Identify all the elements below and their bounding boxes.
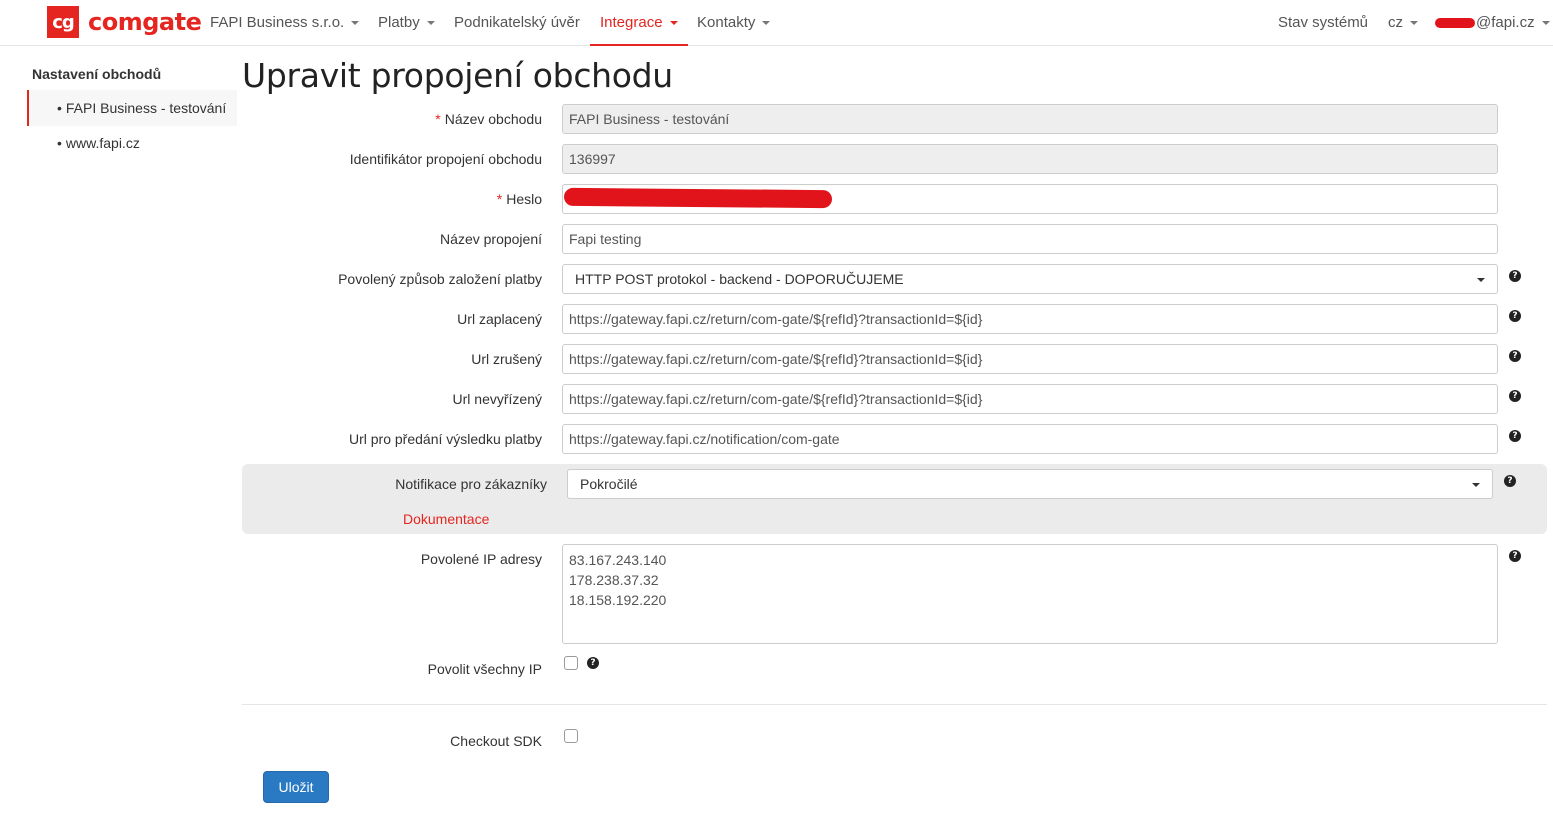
connection-id-label: Identifikátor propojení obchodu (349, 151, 542, 167)
customer-notifications-value: Pokročilé (580, 476, 638, 492)
system-status-label: Stav systémů (1278, 14, 1369, 31)
chevron-down-icon (762, 21, 771, 26)
help-icon[interactable]: ? (1509, 270, 1521, 282)
nav-uver[interactable]: Podnikatelský úvěr (454, 0, 580, 46)
shop-name-label-text: Název obchodu (444, 111, 542, 127)
connection-name-label: Název propojení (440, 231, 542, 247)
help-icon[interactable]: ? (1504, 475, 1516, 487)
chevron-down-icon (1472, 483, 1480, 487)
comgate-logo[interactable]: cg comgate (47, 6, 202, 38)
user-menu[interactable]: @fapi.cz (1435, 0, 1550, 46)
shop-name-label: * Název obchodu (232, 111, 542, 127)
sidebar-item-label: www.fapi.cz (65, 135, 140, 151)
url-result-label: Url pro předání výsledku platby (349, 431, 542, 447)
nav-company-dropdown[interactable]: FAPI Business s.r.o. (210, 0, 360, 46)
nav-kontakty-label: Kontakty (697, 14, 756, 31)
nav-kontakty[interactable]: Kontakty (697, 0, 771, 46)
help-icon[interactable]: ? (587, 657, 599, 669)
documentation-link[interactable]: Dokumentace (403, 511, 489, 527)
nav-system-status[interactable]: Stav systémů (1278, 0, 1368, 46)
customer-notifications-select[interactable]: Pokročilé (567, 469, 1493, 499)
payment-method-label: Povolený způsob založení platby (338, 271, 542, 287)
ip-line: 83.167.243.140 (569, 552, 667, 568)
url-pending-label: Url nevyřízený (452, 391, 542, 407)
checkout-sdk-checkbox[interactable] (564, 729, 578, 743)
payment-method-select[interactable]: HTTP POST protokol - backend - DOPORUČUJ… (562, 264, 1498, 294)
help-icon[interactable]: ? (1509, 310, 1521, 322)
url-cancelled-field[interactable]: https://gateway.fapi.cz/return/com-gate/… (562, 344, 1498, 374)
chevron-down-icon (1477, 278, 1485, 282)
url-result-field[interactable]: https://gateway.fapi.cz/notification/com… (562, 424, 1498, 454)
sidebar-title: Nastavení obchodů (32, 66, 162, 82)
password-label: * Heslo (232, 191, 542, 207)
allowed-ips-textarea[interactable]: 83.167.243.140 178.238.37.32 18.158.192.… (562, 544, 1498, 644)
user-email: @fapi.cz (1476, 14, 1535, 31)
url-paid-label: Url zaplacený (457, 311, 542, 327)
allow-all-ip-label: Povolit všechny IP (427, 661, 542, 677)
redaction-mark (1435, 18, 1475, 29)
required-mark: * (496, 191, 503, 207)
nav-company-label: FAPI Business s.r.o. (210, 14, 345, 31)
connection-name-field[interactable]: Fapi testing (562, 224, 1498, 254)
nav-platby-label: Platby (378, 14, 420, 31)
sidebar-item-fapi-cz[interactable]: • www.fapi.cz (27, 125, 237, 161)
redaction-mark (563, 187, 833, 209)
sidebar-item-fapi-testing[interactable]: • FAPI Business - testování (27, 90, 237, 126)
top-navbar: cg comgate FAPI Business s.r.o. Platby P… (0, 0, 1553, 46)
help-icon[interactable]: ? (1509, 550, 1521, 562)
help-icon[interactable]: ? (1509, 350, 1521, 362)
logo-mark: cg (47, 6, 79, 38)
divider (242, 704, 1547, 705)
bullet-icon: • (57, 100, 62, 116)
help-icon[interactable]: ? (1509, 430, 1521, 442)
required-mark: * (435, 111, 441, 127)
logo-text: comgate (88, 8, 202, 36)
nav-integrace[interactable]: Integrace (590, 0, 688, 46)
sidebar-item-label: FAPI Business - testování (65, 100, 227, 116)
ip-line: 18.158.192.220 (569, 592, 667, 608)
bullet-icon: • (57, 135, 62, 151)
chevron-down-icon (1410, 21, 1418, 26)
chevron-down-icon (1541, 21, 1550, 26)
page-title: Upravit propojení obchodu (242, 56, 673, 95)
password-label-text: Heslo (506, 191, 542, 207)
checkout-sdk-label: Checkout SDK (450, 733, 542, 749)
allow-all-ip-checkbox[interactable] (564, 656, 578, 670)
help-icon[interactable]: ? (1509, 390, 1521, 402)
connection-id-field: 136997 (562, 144, 1498, 174)
shop-name-field: FAPI Business - testování (562, 104, 1498, 134)
url-paid-field[interactable]: https://gateway.fapi.cz/return/com-gate/… (562, 304, 1498, 334)
language-dropdown[interactable]: cz (1388, 0, 1418, 46)
url-pending-field[interactable]: https://gateway.fapi.cz/return/com-gate/… (562, 384, 1498, 414)
language-label: cz (1388, 14, 1403, 31)
allowed-ips-label: Povolené IP adresy (420, 551, 542, 567)
chevron-down-icon (351, 21, 360, 26)
chevron-down-icon (426, 21, 435, 26)
customer-notifications-label: Notifikace pro zákazníky (395, 476, 547, 492)
nav-platby[interactable]: Platby (378, 0, 435, 46)
chevron-down-icon (669, 21, 678, 26)
payment-method-value: HTTP POST protokol - backend - DOPORUČUJ… (575, 271, 904, 287)
save-button[interactable]: Uložit (263, 771, 329, 803)
ip-line: 178.238.37.32 (569, 572, 659, 588)
nav-uver-label: Podnikatelský úvěr (454, 14, 580, 31)
nav-integrace-label: Integrace (600, 14, 663, 31)
url-cancelled-label: Url zrušený (471, 351, 542, 367)
